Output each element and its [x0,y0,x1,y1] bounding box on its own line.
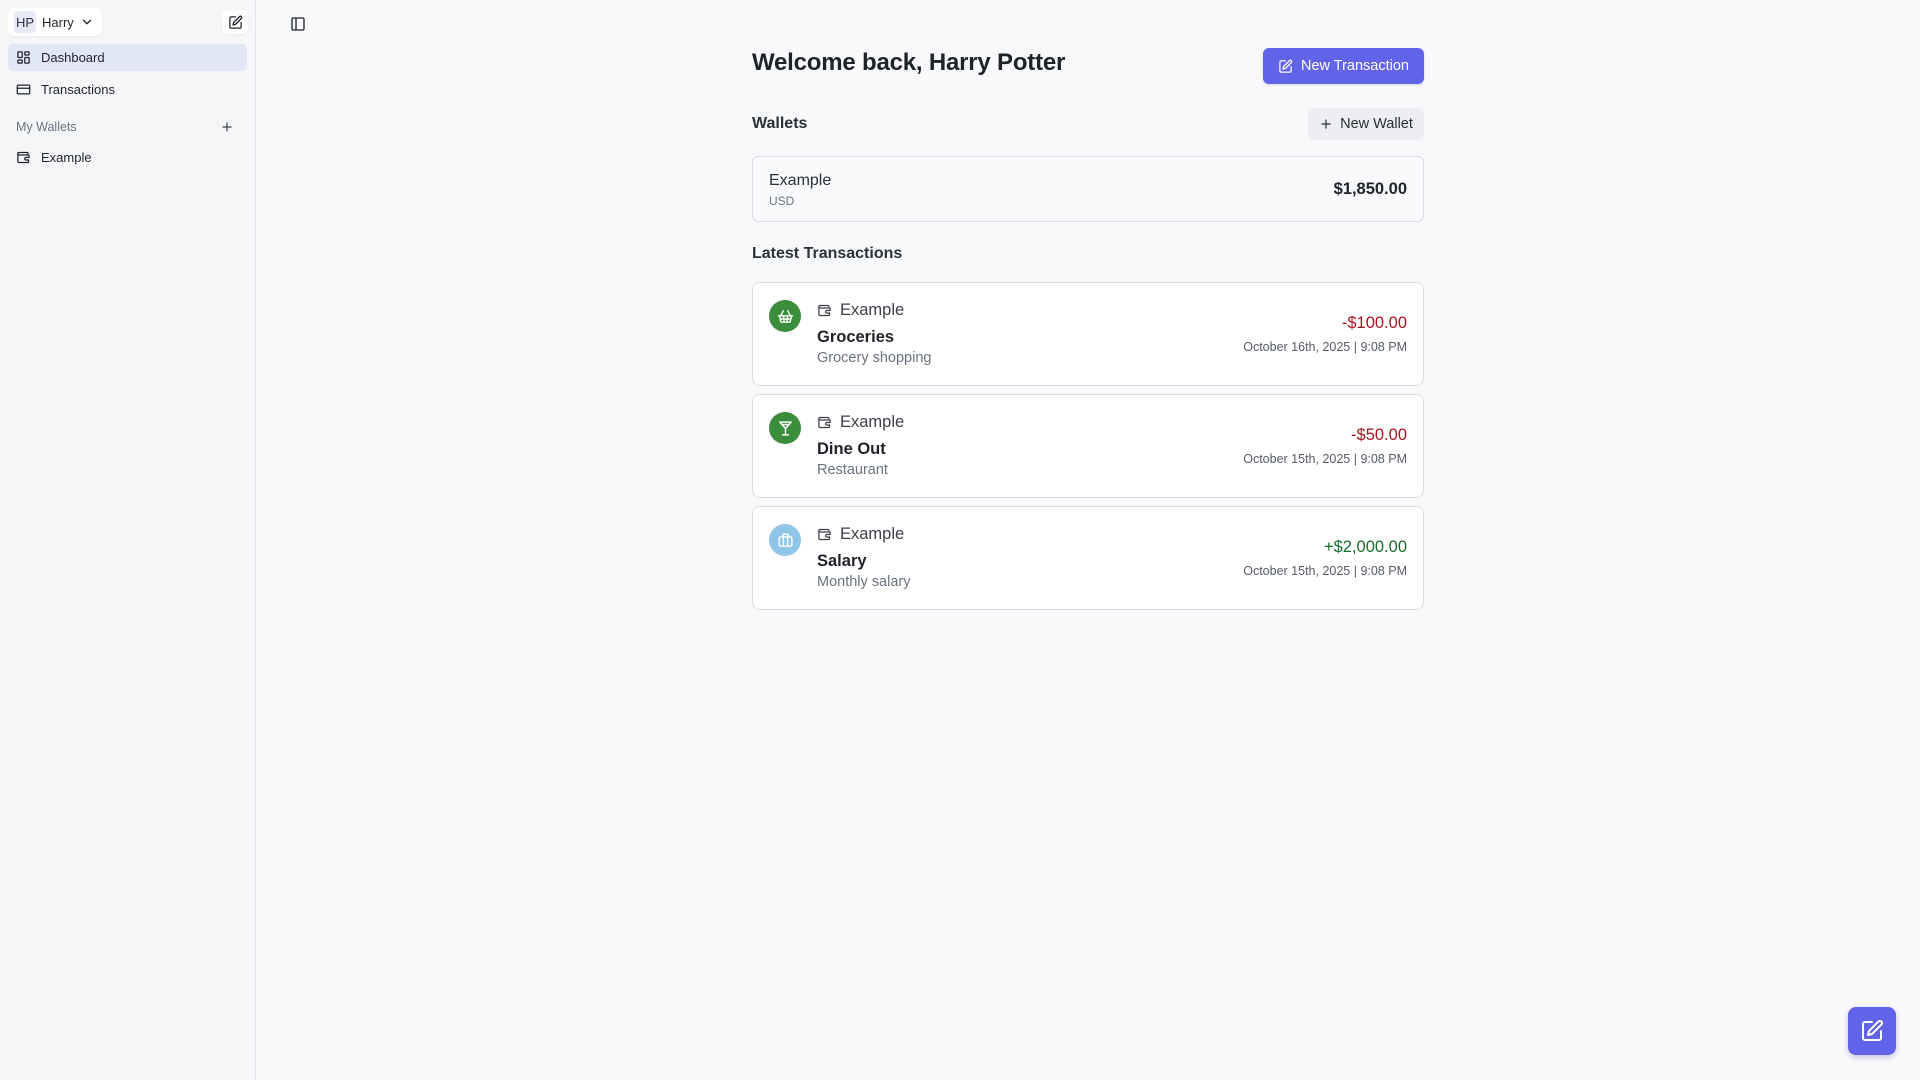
plus-icon [220,120,234,134]
chevron-down-icon [80,15,94,29]
wallet-balance: $1,850.00 [1333,180,1407,198]
sidebar-item-dashboard[interactable]: Dashboard [8,44,247,71]
compose-button[interactable] [222,10,248,34]
wallet-icon [817,303,832,318]
cocktail-glass-icon [769,412,801,444]
transaction-card[interactable]: Example Groceries Grocery shopping -$100… [752,282,1424,386]
sidebar-item-transactions[interactable]: Transactions [8,76,247,103]
floating-new-transaction-button[interactable] [1848,1007,1896,1055]
wallet-icon [16,150,31,165]
wallet-currency: USD [769,194,795,208]
edit-icon [228,15,243,30]
edit-icon [1860,1019,1884,1043]
user-name: Harry [42,14,74,30]
sidebar-toggle-button[interactable] [288,14,308,34]
shopping-basket-icon [769,300,801,332]
latest-transactions-heading: Latest Transactions [752,245,903,262]
transaction-date: October 16th, 2025 | 9:08 PM [1243,340,1407,354]
user-menu-button[interactable]: HP Harry [8,8,102,36]
sidebar-item-label: Transactions [41,82,115,97]
transaction-wallet: Example [817,413,904,432]
transaction-date: October 15th, 2025 | 9:08 PM [1243,564,1407,578]
transaction-description: Grocery shopping [817,350,932,366]
sidebar-item-label: Example [41,150,92,165]
sidebar-item-label: Dashboard [41,50,105,65]
sidebar: HP Harry Dashboard Transactions My Walle… [0,0,256,1080]
new-wallet-label: New Wallet [1340,116,1413,132]
credit-card-icon [16,82,31,97]
transaction-category: Groceries [817,328,895,346]
briefcase-icon [769,524,801,556]
transaction-description: Monthly salary [817,574,911,590]
wallet-icon [817,527,832,542]
transaction-amount: -$50.00 [1351,426,1407,444]
edit-icon [1278,59,1293,74]
page-title: Welcome back, Harry Potter [752,49,1066,76]
transaction-amount: -$100.00 [1341,314,1407,332]
wallet-icon [817,415,832,430]
transaction-wallet-name: Example [840,413,905,431]
wallet-card[interactable]: Example USD $1,850.00 [752,156,1424,222]
transaction-wallet: Example [817,525,904,544]
dashboard-icon [16,50,31,65]
transaction-wallet: Example [817,301,904,320]
wallets-heading: Wallets [752,115,808,132]
new-transaction-label: New Transaction [1301,58,1409,74]
transaction-date: October 15th, 2025 | 9:08 PM [1243,452,1407,466]
transaction-card[interactable]: Example Salary Monthly salary +$2,000.00… [752,506,1424,610]
wallet-name: Example [769,172,832,189]
avatar: HP [14,11,36,33]
transaction-wallet-name: Example [840,301,905,319]
panel-left-icon [290,16,306,32]
transaction-amount: +$2,000.00 [1323,538,1407,556]
transaction-wallet-name: Example [840,525,905,543]
new-wallet-button[interactable]: New Wallet [1308,108,1424,140]
transaction-card[interactable]: Example Dine Out Restaurant -$50.00 Octo… [752,394,1424,498]
transaction-category: Dine Out [817,440,886,458]
transaction-description: Restaurant [817,462,888,478]
add-wallet-button[interactable] [218,118,236,136]
new-transaction-button[interactable]: New Transaction [1263,48,1424,84]
plus-icon [1319,117,1333,131]
my-wallets-label: My Wallets [16,120,77,134]
sidebar-item-wallet-example[interactable]: Example [8,144,247,171]
transaction-category: Salary [817,552,867,570]
